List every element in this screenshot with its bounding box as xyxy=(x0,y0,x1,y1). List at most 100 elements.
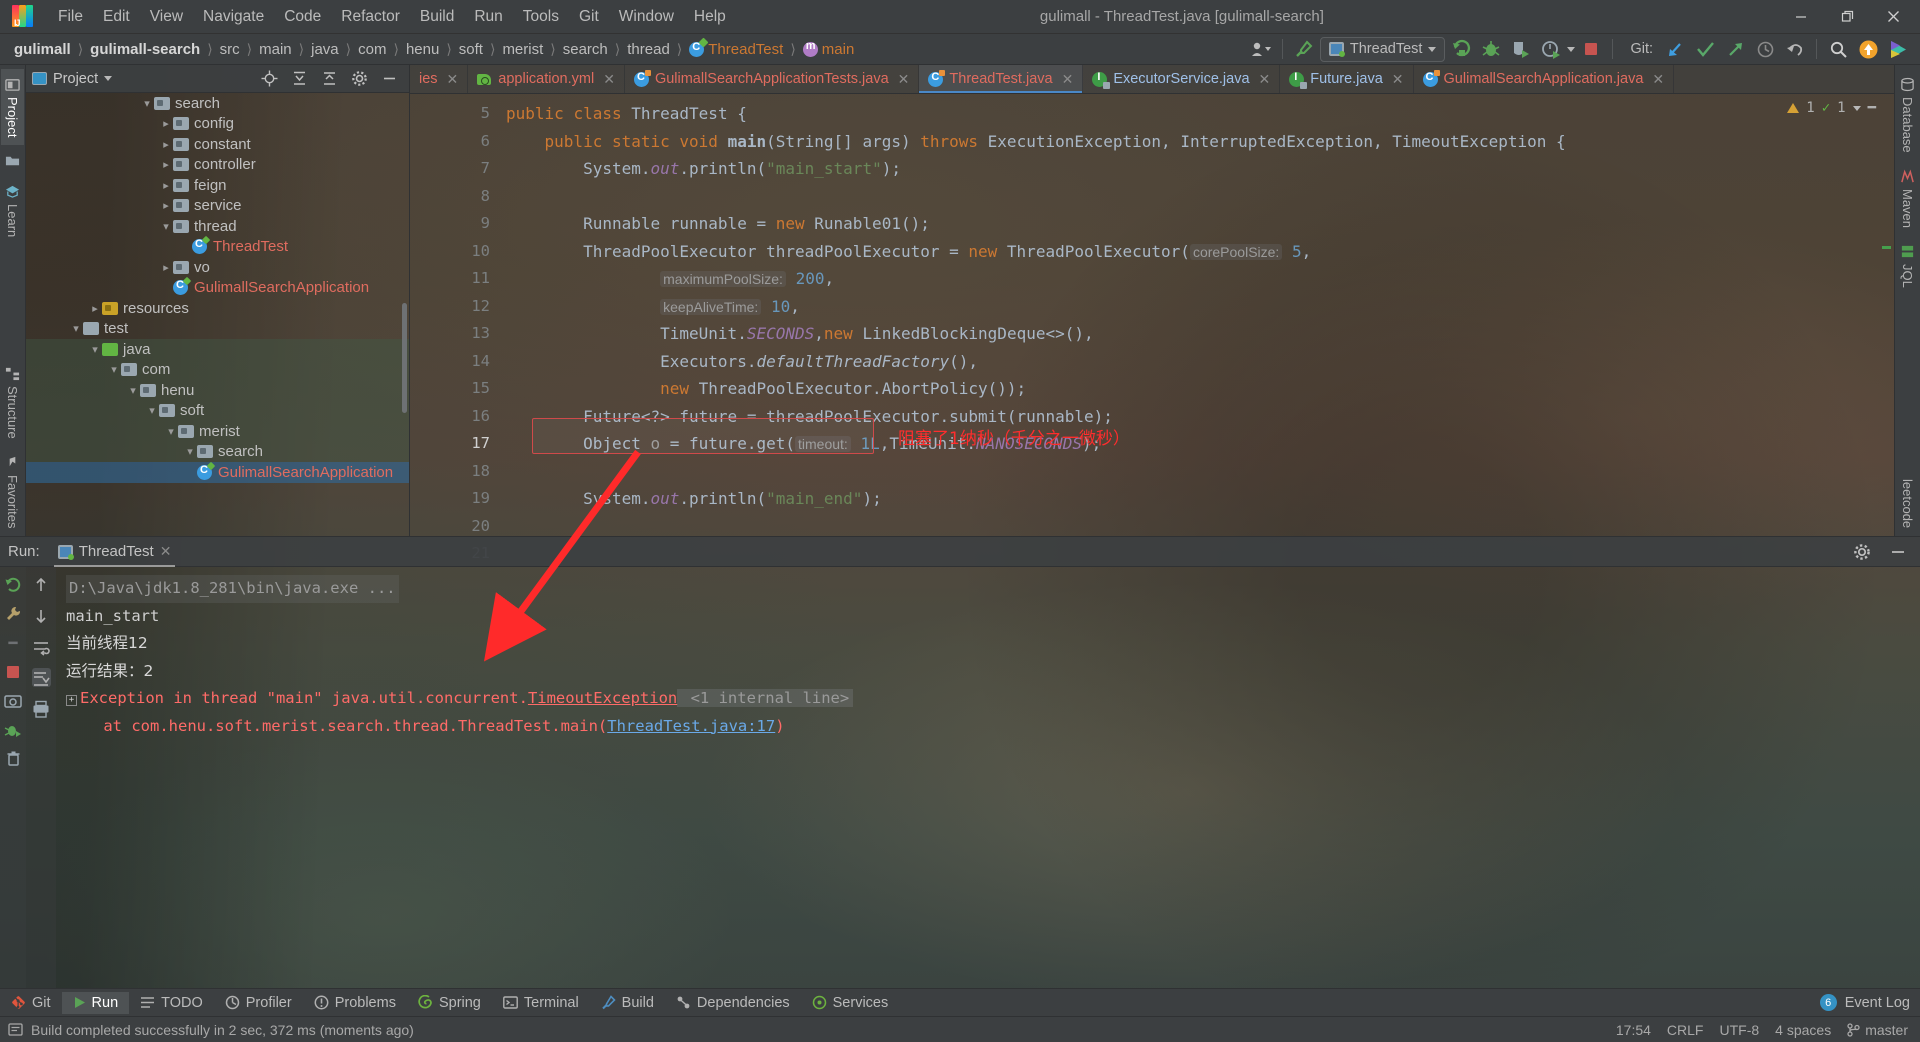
scroll-down-button[interactable] xyxy=(32,606,51,625)
breadcrumb-thread[interactable]: thread xyxy=(621,39,676,60)
close-icon[interactable]: ✕ xyxy=(1392,71,1404,88)
more-run-options-icon[interactable] xyxy=(1567,46,1576,52)
run-console[interactable]: D:\Java\jdk1.8_281\bin\java.exe ... main… xyxy=(56,567,1920,988)
tree-item-thread[interactable]: ▾ thread xyxy=(26,216,409,237)
breadcrumb-soft[interactable]: soft xyxy=(453,39,489,60)
scroll-to-end-button[interactable] xyxy=(31,668,51,687)
tree-item-merist[interactable]: ▾ merist xyxy=(26,421,409,442)
project-tree[interactable]: ▾ search ▸ config ▸ constant ▸ controlle… xyxy=(26,93,409,536)
bottom-item-todo[interactable]: TODO xyxy=(129,992,214,1014)
bottom-item-profiler[interactable]: Profiler xyxy=(214,992,303,1014)
menu-view[interactable]: View xyxy=(140,5,193,29)
chevron-down-icon[interactable] xyxy=(1852,105,1861,111)
tree-item-resources[interactable]: ▸ resources xyxy=(26,298,409,319)
menu-tools[interactable]: Tools xyxy=(513,5,569,29)
bottom-item-git[interactable]: Git xyxy=(0,992,62,1014)
exception-link[interactable]: TimeoutException xyxy=(528,689,677,707)
error-stripe-marker[interactable] xyxy=(1880,94,1894,536)
run-configuration-selector[interactable]: ThreadTest xyxy=(1319,36,1446,62)
run-settings-button[interactable] xyxy=(1848,539,1876,565)
sidebar-item-structure[interactable]: Structure xyxy=(1,358,24,447)
breadcrumb-merist[interactable]: merist xyxy=(496,39,549,60)
bottom-item-run[interactable]: Run xyxy=(61,991,130,1014)
git-history-button[interactable] xyxy=(1751,36,1779,62)
ide-feature-button[interactable] xyxy=(1884,36,1912,62)
tab-executorservice[interactable]: ExecutorService.java ✕ xyxy=(1083,65,1281,93)
notification-button[interactable] xyxy=(1854,36,1882,62)
tree-item-threadtest[interactable]: ThreadTest xyxy=(26,237,409,258)
tab-future[interactable]: Future.java ✕ xyxy=(1280,65,1414,93)
chevron-right-icon[interactable]: ▸ xyxy=(159,158,173,171)
minimize-button[interactable] xyxy=(1778,1,1824,33)
bottom-item-terminal[interactable]: Terminal xyxy=(492,992,590,1014)
breadcrumb-com[interactable]: com xyxy=(352,39,392,60)
tree-item-search[interactable]: ▾ search xyxy=(26,93,409,114)
chevron-down-icon[interactable]: ▾ xyxy=(88,343,102,356)
run-button[interactable] xyxy=(1447,36,1475,62)
chevron-right-icon[interactable]: ▸ xyxy=(159,199,173,212)
debug-button[interactable] xyxy=(4,720,23,739)
screenshot-button[interactable] xyxy=(4,691,23,710)
git-commit-button[interactable] xyxy=(1691,36,1719,62)
rerun-button[interactable] xyxy=(4,575,23,594)
build-button[interactable] xyxy=(1290,36,1318,62)
menu-run[interactable]: Run xyxy=(464,5,512,29)
status-line-separator[interactable]: CRLF xyxy=(1667,1022,1704,1038)
close-icon[interactable]: ✕ xyxy=(1652,71,1664,88)
menu-file[interactable]: File xyxy=(48,5,93,29)
chevron-down-icon[interactable]: ▾ xyxy=(69,322,83,335)
status-encoding[interactable]: UTF-8 xyxy=(1719,1022,1759,1038)
chevron-down-icon[interactable]: ▾ xyxy=(164,425,178,438)
stop-button[interactable] xyxy=(1577,36,1605,62)
close-icon[interactable]: ✕ xyxy=(603,71,615,88)
debug-button[interactable] xyxy=(1477,36,1505,62)
git-rollback-button[interactable] xyxy=(1781,36,1809,62)
menu-build[interactable]: Build xyxy=(410,5,464,29)
git-push-button[interactable] xyxy=(1721,36,1749,62)
sidebar-item-jql[interactable]: JQL xyxy=(1896,236,1919,296)
tree-item-service[interactable]: ▸ service xyxy=(26,196,409,217)
bottom-item-dependencies[interactable]: Dependencies xyxy=(665,992,801,1014)
close-icon[interactable]: ✕ xyxy=(898,71,910,88)
scroll-up-button[interactable] xyxy=(32,575,51,594)
chevron-down-icon[interactable]: ▾ xyxy=(126,384,140,397)
close-icon[interactable]: ✕ xyxy=(447,71,459,88)
tree-item-controller[interactable]: ▸ controller xyxy=(26,155,409,176)
rerun-failed-button[interactable] xyxy=(4,604,23,623)
event-log-label[interactable]: Event Log xyxy=(1845,995,1910,1011)
chevron-right-icon[interactable]: ▸ xyxy=(159,117,173,130)
hide-inspections-icon[interactable]: ━ xyxy=(1868,100,1876,116)
chevron-right-icon[interactable]: ▸ xyxy=(159,138,173,151)
sidebar-item-maven[interactable]: Maven xyxy=(1896,161,1919,236)
breadcrumb-java[interactable]: java xyxy=(305,39,345,60)
chevron-down-icon[interactable]: ▾ xyxy=(145,404,159,417)
tree-item-com[interactable]: ▾ com xyxy=(26,359,409,380)
code-text-area[interactable]: public class ThreadTest { public static … xyxy=(498,94,1894,536)
breadcrumb-main[interactable]: main xyxy=(253,39,298,60)
tree-item-vo[interactable]: ▸ vo xyxy=(26,257,409,278)
git-update-button[interactable] xyxy=(1661,36,1689,62)
settings-gear-button[interactable] xyxy=(345,66,373,92)
breadcrumb-gulimall[interactable]: gulimall xyxy=(8,39,77,60)
code-editor[interactable]: 5 6 7 8 9 10 11 12 13 14 15 16 17 18 19 … xyxy=(410,94,1894,562)
tab-gulimallsearchapplicationtests[interactable]: GulimallSearchApplicationTests.java ✕ xyxy=(625,65,920,93)
tree-item-config[interactable]: ▸ config xyxy=(26,114,409,135)
trash-button[interactable] xyxy=(4,749,23,768)
chevron-right-icon[interactable]: ▸ xyxy=(159,261,173,274)
close-button[interactable] xyxy=(1870,1,1916,33)
menu-code[interactable]: Code xyxy=(274,5,331,29)
sidebar-item-favorites[interactable]: Favorites xyxy=(1,447,24,536)
status-indent[interactable]: 4 spaces xyxy=(1775,1022,1831,1038)
soft-wrap-button[interactable] xyxy=(32,637,51,656)
bottom-item-problems[interactable]: Problems xyxy=(303,992,407,1014)
tree-item-gulimallsearchapplication-test[interactable]: GulimallSearchApplication xyxy=(26,462,409,483)
sidebar-item-project[interactable]: Project xyxy=(1,69,24,146)
breadcrumb-henu[interactable]: henu xyxy=(400,39,445,60)
bottom-item-services[interactable]: Services xyxy=(801,992,900,1014)
hide-run-window-button[interactable] xyxy=(1884,539,1912,565)
menu-navigate[interactable]: Navigate xyxy=(193,5,274,29)
close-icon[interactable]: ✕ xyxy=(1259,71,1271,88)
maximize-button[interactable] xyxy=(1824,1,1870,33)
search-everywhere-button[interactable] xyxy=(1824,36,1852,62)
sidebar-item-leetcode[interactable]: leetcode xyxy=(1896,471,1919,536)
